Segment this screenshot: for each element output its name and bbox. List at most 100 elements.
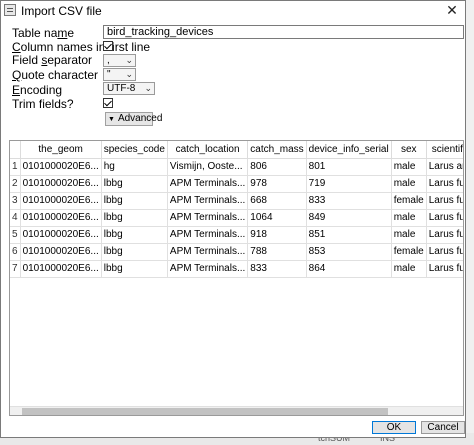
cancel-button[interactable]: Cancel bbox=[421, 421, 465, 434]
quote-character-label: Quote character bbox=[12, 68, 99, 82]
preview-table: the_geom species_code catch_location cat… bbox=[10, 141, 463, 278]
row-number: 6 bbox=[10, 243, 21, 261]
column-header[interactable]: catch_mass bbox=[247, 141, 307, 159]
encoding-value: UTF-8 bbox=[107, 83, 136, 94]
table-cell[interactable]: male bbox=[391, 226, 427, 244]
table-cell[interactable]: female bbox=[391, 243, 427, 261]
table-row[interactable]: 3 0101000020E6... lbbg APM Terminals... … bbox=[10, 192, 463, 210]
table-cell[interactable]: 806 bbox=[247, 158, 307, 176]
table-cell[interactable]: 864 bbox=[306, 260, 392, 278]
table-cell[interactable]: 801 bbox=[306, 158, 392, 176]
table-row[interactable]: 6 0101000020E6... lbbg APM Terminals... … bbox=[10, 243, 463, 261]
app-icon bbox=[4, 4, 16, 16]
table-row[interactable]: 5 0101000020E6... lbbg APM Terminals... … bbox=[10, 226, 463, 244]
table-cell[interactable]: Larus fuscus bbox=[426, 226, 463, 244]
row-number-header bbox=[10, 141, 21, 159]
quote-character-value: " bbox=[107, 69, 111, 80]
horizontal-scrollbar[interactable] bbox=[10, 406, 463, 415]
window-title: Import CSV file bbox=[21, 4, 102, 18]
encoding-select[interactable]: UTF-8 ⌄ bbox=[103, 82, 155, 95]
table-cell[interactable]: Larus fuscus bbox=[426, 175, 463, 193]
row-number: 3 bbox=[10, 192, 21, 210]
row-number: 4 bbox=[10, 209, 21, 227]
table-cell[interactable]: 0101000020E6... bbox=[20, 209, 102, 227]
table-cell[interactable]: 788 bbox=[247, 243, 307, 261]
table-cell[interactable]: hg bbox=[101, 158, 168, 176]
table-cell[interactable]: Larus fuscus bbox=[426, 192, 463, 210]
table-cell[interactable]: male bbox=[391, 158, 427, 176]
table-cell[interactable]: 0101000020E6... bbox=[20, 226, 102, 244]
table-cell[interactable]: 1064 bbox=[247, 209, 307, 227]
table-row[interactable]: 4 0101000020E6... lbbg APM Terminals... … bbox=[10, 209, 463, 227]
table-cell[interactable]: 833 bbox=[306, 192, 392, 210]
trim-fields-label: Trim fields? bbox=[12, 97, 74, 111]
table-cell[interactable]: male bbox=[391, 260, 427, 278]
table-name-value: bird_tracking_devices bbox=[107, 26, 214, 38]
field-separator-value: , bbox=[107, 55, 110, 66]
close-icon[interactable]: ✕ bbox=[443, 2, 461, 18]
table-cell[interactable]: lbbg bbox=[101, 226, 168, 244]
import-csv-dialog: Import CSV file ✕ Table name bird_tracki… bbox=[0, 0, 466, 438]
trim-fields-checkbox[interactable] bbox=[103, 98, 113, 108]
row-number: 5 bbox=[10, 226, 21, 244]
triangle-down-icon: ▼ bbox=[108, 116, 115, 123]
table-cell[interactable]: 833 bbox=[247, 260, 307, 278]
table-cell[interactable]: APM Terminals... bbox=[167, 260, 249, 278]
table-cell[interactable]: 0101000020E6... bbox=[20, 175, 102, 193]
table-cell[interactable]: Larus argentatus bbox=[426, 158, 463, 176]
table-cell[interactable]: Larus fuscus bbox=[426, 260, 463, 278]
table-cell[interactable]: Larus fuscus bbox=[426, 209, 463, 227]
row-number: 7 bbox=[10, 260, 21, 278]
column-header[interactable]: the_geom bbox=[20, 141, 102, 159]
table-cell[interactable]: lbbg bbox=[101, 209, 168, 227]
table-name-input[interactable]: bird_tracking_devices bbox=[103, 25, 464, 39]
ok-button[interactable]: OK bbox=[372, 421, 416, 434]
chevron-down-icon: ⌄ bbox=[125, 69, 133, 79]
table-cell[interactable]: APM Terminals... bbox=[167, 243, 249, 261]
quote-character-select[interactable]: " ⌄ bbox=[103, 68, 136, 81]
table-cell[interactable]: 978 bbox=[247, 175, 307, 193]
scrollbar-thumb[interactable] bbox=[22, 408, 388, 415]
table-cell[interactable]: 0101000020E6... bbox=[20, 243, 102, 261]
column-header[interactable]: species_code bbox=[101, 141, 168, 159]
table-cell[interactable]: APM Terminals... bbox=[167, 209, 249, 227]
table-cell[interactable]: APM Terminals... bbox=[167, 175, 249, 193]
table-cell[interactable]: 0101000020E6... bbox=[20, 260, 102, 278]
column-header[interactable]: device_info_serial bbox=[306, 141, 392, 159]
table-cell[interactable]: APM Terminals... bbox=[167, 226, 249, 244]
table-cell[interactable]: male bbox=[391, 175, 427, 193]
table-cell[interactable]: 853 bbox=[306, 243, 392, 261]
table-cell[interactable]: 668 bbox=[247, 192, 307, 210]
table-cell[interactable]: lbbg bbox=[101, 260, 168, 278]
row-number: 1 bbox=[10, 158, 21, 176]
column-header[interactable]: scientific_name bbox=[426, 141, 463, 159]
table-cell[interactable]: 851 bbox=[306, 226, 392, 244]
table-cell[interactable]: 0101000020E6... bbox=[20, 192, 102, 210]
table-cell[interactable]: Larus fuscus bbox=[426, 243, 463, 261]
encoding-label: Encoding bbox=[12, 83, 63, 97]
preview-grid[interactable]: the_geom species_code catch_location cat… bbox=[9, 140, 464, 416]
table-row[interactable]: 2 0101000020E6... lbbg APM Terminals... … bbox=[10, 175, 463, 193]
column-names-checkbox[interactable] bbox=[103, 41, 113, 51]
field-separator-select[interactable]: , ⌄ bbox=[103, 54, 136, 67]
table-cell[interactable]: Vismijn, Ooste... bbox=[167, 158, 249, 176]
table-cell[interactable]: APM Terminals... bbox=[167, 192, 249, 210]
column-header[interactable]: sex bbox=[391, 141, 427, 159]
table-cell[interactable]: 918 bbox=[247, 226, 307, 244]
table-cell[interactable]: female bbox=[391, 192, 427, 210]
table-row[interactable]: 1 0101000020E6... hg Vismijn, Ooste... 8… bbox=[10, 158, 463, 176]
table-cell[interactable]: 719 bbox=[306, 175, 392, 193]
column-header[interactable]: catch_location bbox=[167, 141, 249, 159]
table-cell[interactable]: 0101000020E6... bbox=[20, 158, 102, 176]
advanced-label: Advanced bbox=[117, 113, 163, 124]
table-cell[interactable]: 849 bbox=[306, 209, 392, 227]
table-cell[interactable]: lbbg bbox=[101, 192, 168, 210]
header-row: the_geom species_code catch_location cat… bbox=[10, 141, 463, 159]
table-cell[interactable]: male bbox=[391, 209, 427, 227]
table-cell[interactable]: lbbg bbox=[101, 243, 168, 261]
column-names-label: Column names in first line bbox=[12, 40, 151, 54]
table-cell[interactable]: lbbg bbox=[101, 175, 168, 193]
table-row[interactable]: 7 0101000020E6... lbbg APM Terminals... … bbox=[10, 260, 463, 278]
chevron-down-icon: ⌄ bbox=[125, 55, 133, 65]
advanced-button[interactable]: ▼ Advanced bbox=[105, 112, 162, 126]
